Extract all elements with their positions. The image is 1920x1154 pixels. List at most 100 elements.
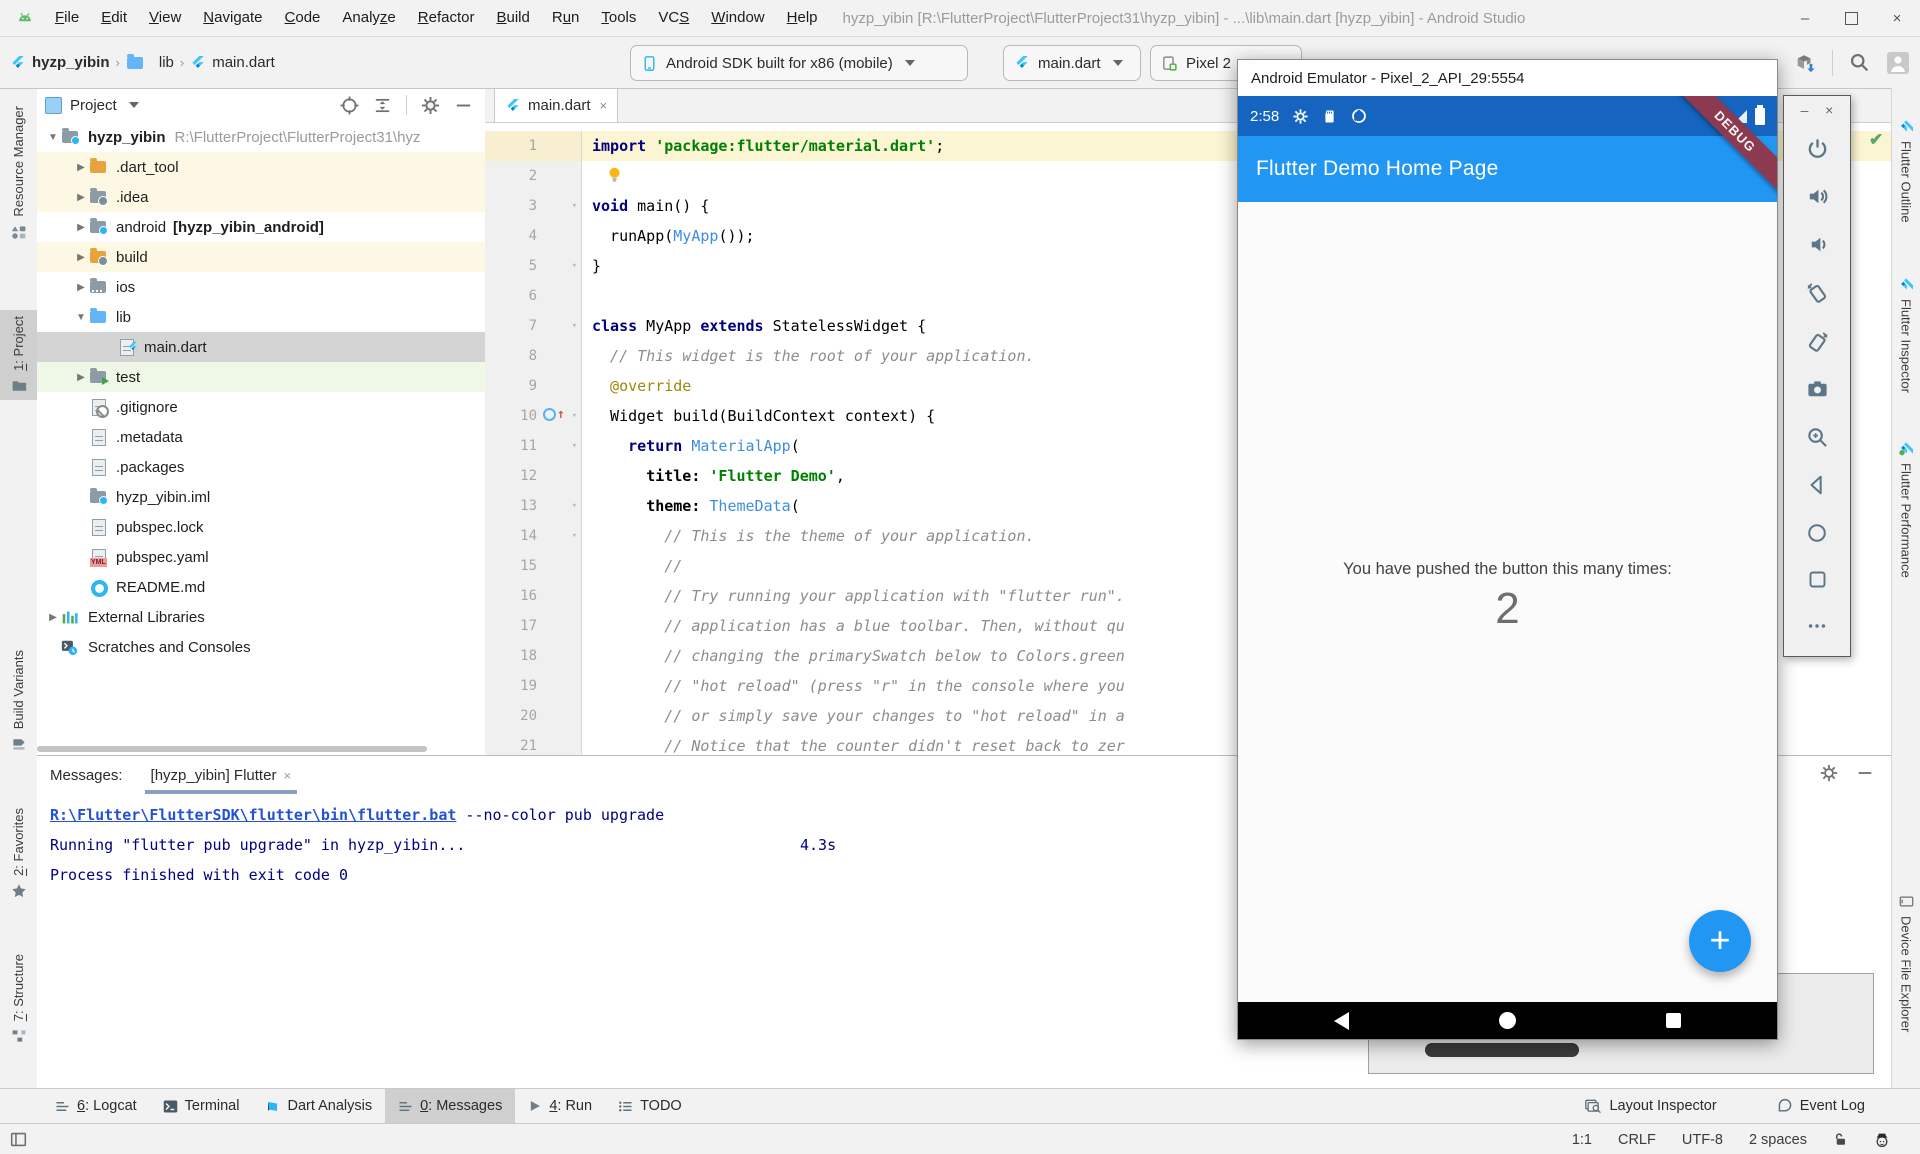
emulator-home-button[interactable] xyxy=(1806,522,1828,544)
menu-refactor[interactable]: Refactor xyxy=(407,0,486,36)
menu-vcs[interactable]: VCS xyxy=(647,0,700,36)
nav-home-icon[interactable] xyxy=(1499,1012,1516,1029)
locate-file-icon[interactable] xyxy=(340,96,359,115)
bottom-tab-layout-inspector[interactable]: Layout Inspector xyxy=(1572,1089,1729,1123)
fold-marker-icon[interactable]: ▾ xyxy=(572,411,577,421)
collapse-all-icon[interactable] xyxy=(373,96,392,115)
chevron-down-icon[interactable] xyxy=(129,102,139,108)
intention-bulb-icon[interactable] xyxy=(606,166,623,183)
bottom-tab-event-log[interactable]: Event Log xyxy=(1764,1089,1878,1123)
tree-item-hyzp-yibin-iml[interactable]: hyzp_yibin.iml xyxy=(37,482,485,512)
run-config-dropdown[interactable]: main.dart xyxy=(1003,45,1141,81)
bottom-tab-6-logcat[interactable]: 6: Logcat xyxy=(42,1089,150,1123)
emulator-zoom-button[interactable] xyxy=(1806,426,1829,449)
emulator-power-button[interactable] xyxy=(1806,137,1829,160)
tab-main-dart[interactable]: main.dart × xyxy=(494,88,618,122)
hector-icon[interactable] xyxy=(1874,1132,1890,1148)
tree-item-scratches-and-consoles[interactable]: Scratches and Consoles xyxy=(37,632,485,662)
fold-marker-icon[interactable]: ▾ xyxy=(572,321,577,331)
menu-tools[interactable]: Tools xyxy=(590,0,647,36)
tree-closed-arrow-icon[interactable]: ▶ xyxy=(73,222,89,233)
restore-window-icon[interactable] xyxy=(1828,0,1874,36)
tree-item-test[interactable]: ▶test xyxy=(37,362,485,392)
tool-tab-2-favorites[interactable]: 2: Favorites xyxy=(0,802,37,905)
menu-file[interactable]: File xyxy=(44,0,90,36)
breadcrumb-lib[interactable]: lib xyxy=(159,54,174,71)
tree-closed-arrow-icon[interactable]: ▶ xyxy=(45,612,61,623)
emulator-back-button[interactable] xyxy=(1806,474,1828,496)
profile-avatar-icon[interactable] xyxy=(1886,51,1910,75)
tool-tab-7-structure[interactable]: 7: Structure xyxy=(0,948,37,1050)
emulator-camera-button[interactable] xyxy=(1806,378,1829,401)
tree-closed-arrow-icon[interactable]: ▶ xyxy=(73,282,89,293)
inspections-ok-icon[interactable]: ✔ xyxy=(1869,130,1883,150)
fold-marker-icon[interactable]: ▾ xyxy=(572,261,577,271)
nav-overview-icon[interactable] xyxy=(1666,1013,1681,1028)
nav-back-icon[interactable] xyxy=(1334,1012,1349,1030)
tree-item-build[interactable]: ▶build xyxy=(37,242,485,272)
toolwindow-toggle-icon[interactable] xyxy=(10,1131,27,1148)
menu-view[interactable]: View xyxy=(138,0,192,36)
close-window-icon[interactable]: × xyxy=(1874,0,1920,36)
tool-tab-resource-manager[interactable]: Resource Manager xyxy=(0,100,37,246)
tree-closed-arrow-icon[interactable]: ▶ xyxy=(73,372,89,383)
tree-item-pubspec-lock[interactable]: pubspec.lock xyxy=(37,512,485,542)
sdk-manager-icon[interactable] xyxy=(1794,52,1816,74)
settings-gear-icon[interactable] xyxy=(1820,764,1838,782)
fold-marker-icon[interactable]: ▾ xyxy=(572,201,577,211)
menu-edit[interactable]: Edit xyxy=(90,0,138,36)
tree-item--metadata[interactable]: .metadata xyxy=(37,422,485,452)
emulator-more-button[interactable] xyxy=(1806,615,1828,637)
hide-panel-icon[interactable] xyxy=(1856,764,1874,782)
menu-code[interactable]: Code xyxy=(274,0,332,36)
tree-closed-arrow-icon[interactable]: ▶ xyxy=(73,162,89,173)
tree-open-arrow-icon[interactable]: ▼ xyxy=(73,312,89,323)
project-view-title[interactable]: Project xyxy=(70,97,117,114)
bottom-tab-4-run[interactable]: 4: Run xyxy=(515,1089,605,1123)
override-marker-icon[interactable] xyxy=(543,408,556,421)
bottom-tab-todo[interactable]: TODO xyxy=(605,1089,695,1123)
tree-item-lib[interactable]: ▼lib xyxy=(37,302,485,332)
emulator-title-bar[interactable]: Android Emulator - Pixel_2_API_29:5554 xyxy=(1238,60,1777,96)
emulator-rotate-left-button[interactable] xyxy=(1806,281,1829,304)
tree-closed-arrow-icon[interactable]: ▶ xyxy=(73,252,89,263)
emulator-close-icon[interactable]: × xyxy=(1825,102,1833,118)
menu-run[interactable]: Run xyxy=(541,0,591,36)
emulator-overview-button[interactable] xyxy=(1807,569,1828,590)
menu-navigate[interactable]: Navigate xyxy=(192,0,273,36)
fold-marker-icon[interactable]: ▾ xyxy=(572,531,577,541)
fold-marker-icon[interactable]: ▾ xyxy=(572,501,577,511)
tool-tab-1-project[interactable]: 1: Project xyxy=(0,310,37,400)
bottom-tab-0-messages[interactable]: 0: Messages xyxy=(385,1089,515,1123)
tree-open-arrow-icon[interactable]: ▼ xyxy=(45,132,61,143)
fold-marker-icon[interactable]: ▾ xyxy=(572,441,577,451)
search-icon[interactable] xyxy=(1849,52,1870,73)
tool-tab-device-file-explorer[interactable]: Device File Explorer xyxy=(1892,888,1920,1038)
emulator-volume-up-button[interactable] xyxy=(1806,185,1829,208)
tree-closed-arrow-icon[interactable]: ▶ xyxy=(73,192,89,203)
settings-gear-icon[interactable] xyxy=(421,96,440,115)
emulator-rotate-right-button[interactable] xyxy=(1806,330,1829,353)
tree-item--idea[interactable]: ▶.idea xyxy=(37,182,485,212)
tool-tab-flutter-inspector[interactable]: Flutter Inspector xyxy=(1892,270,1920,399)
menu-analyze[interactable]: Analyze xyxy=(331,0,406,36)
horizontal-scrollbar[interactable] xyxy=(37,746,427,752)
bottom-tab-terminal[interactable]: Terminal xyxy=(150,1089,253,1123)
breadcrumb-file[interactable]: main.dart xyxy=(212,54,275,71)
lock-open-icon[interactable] xyxy=(1833,1132,1848,1147)
emulator-minimize-icon[interactable]: – xyxy=(1801,102,1809,118)
tree-item-ios[interactable]: ▶ios xyxy=(37,272,485,302)
implements-arrow-icon[interactable]: ↑ xyxy=(557,410,565,420)
status-crlf[interactable]: CRLF xyxy=(1618,1132,1656,1148)
tree-item-android[interactable]: ▶android[hyzp_yibin_android] xyxy=(37,212,485,242)
tree-item--gitignore[interactable]: .gitignore xyxy=(37,392,485,422)
tool-tab-build-variants[interactable]: Build Variants xyxy=(0,644,37,758)
emulator-volume-down-button[interactable] xyxy=(1806,233,1829,256)
increment-fab-button[interactable]: + xyxy=(1689,910,1751,972)
tool-tab-flutter-performance[interactable]: Flutter Performance xyxy=(1892,434,1920,584)
tree-item--dart-tool[interactable]: ▶.dart_tool xyxy=(37,152,485,182)
tree-item-main-dart[interactable]: main.dart xyxy=(37,332,485,362)
device-selector-dropdown[interactable]: Android SDK built for x86 (mobile) xyxy=(630,45,968,81)
hide-panel-icon[interactable] xyxy=(454,96,473,115)
bottom-tab-dart-analysis[interactable]: Dart Analysis xyxy=(252,1089,385,1123)
